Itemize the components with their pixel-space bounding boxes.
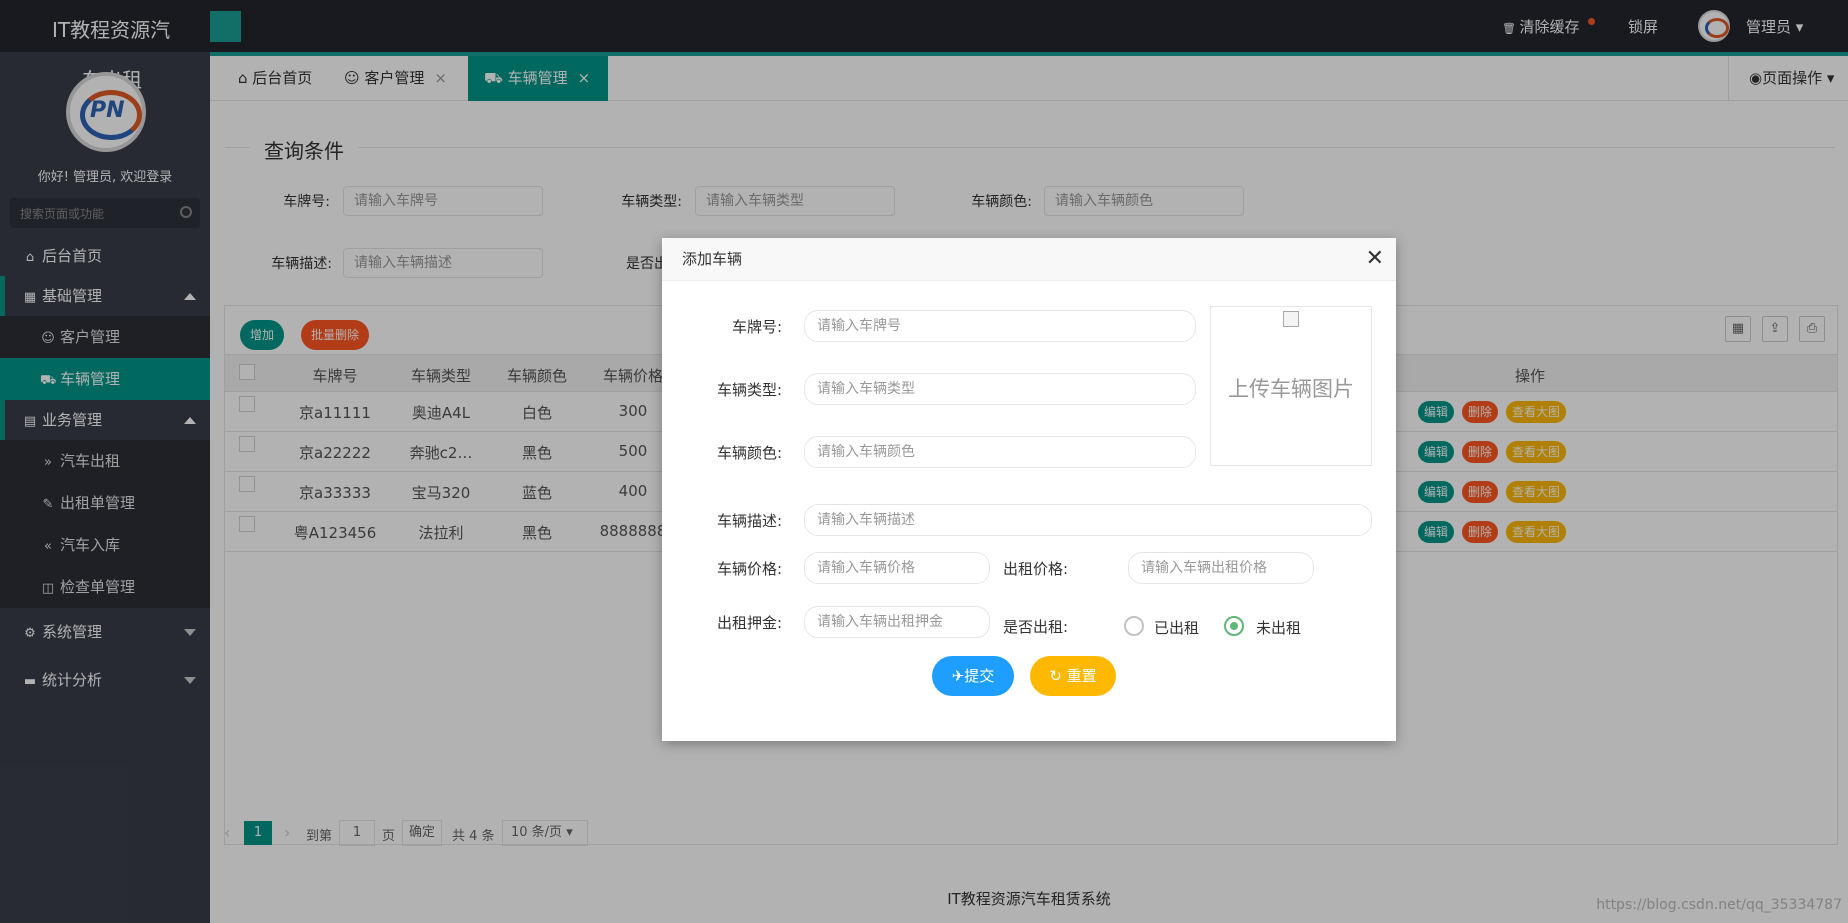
type-label: 车辆类型: xyxy=(716,381,782,399)
desc-label: 车辆描述: xyxy=(716,512,782,530)
rented-yes-radio[interactable] xyxy=(1124,616,1144,636)
refresh-icon: ↻ xyxy=(1049,667,1067,685)
reset-button[interactable]: ↻ 重置 xyxy=(1030,656,1116,696)
price-label: 车辆价格: xyxy=(716,560,782,578)
upload-image-area[interactable]: 上传车辆图片 xyxy=(1210,306,1372,466)
rent-price-label: 出租价格: xyxy=(1002,560,1068,578)
rented-label: 是否出租: xyxy=(1002,618,1068,636)
broken-image-icon xyxy=(1283,311,1299,327)
deposit-label: 出租押金: xyxy=(716,614,782,632)
color-input[interactable]: 请输入车辆颜色 xyxy=(804,436,1196,468)
dialog-title: 添加车辆 xyxy=(662,238,1396,281)
desc-input[interactable]: 请输入车辆描述 xyxy=(804,504,1372,536)
rented-yes-label[interactable]: 已出租 xyxy=(1154,617,1199,638)
color-label: 车辆颜色: xyxy=(716,444,782,462)
rented-no-label[interactable]: 未出租 xyxy=(1256,617,1301,638)
add-vehicle-dialog: 添加车辆 ✕ 车牌号: 请输入车牌号 车辆类型: 请输入车辆类型 车辆颜色: 请… xyxy=(662,238,1396,741)
close-icon[interactable]: ✕ xyxy=(1366,246,1384,271)
price-input[interactable]: 请输入车辆价格 xyxy=(804,552,990,584)
plate-label: 车牌号: xyxy=(731,318,782,336)
rent-price-input[interactable]: 请输入车辆出租价格 xyxy=(1128,552,1314,584)
plate-input[interactable]: 请输入车牌号 xyxy=(804,310,1196,342)
send-icon: ✈ xyxy=(951,667,965,685)
upload-label: 上传车辆图片 xyxy=(1228,377,1354,401)
submit-button[interactable]: ✈提交 xyxy=(932,656,1014,696)
rented-no-radio[interactable] xyxy=(1224,616,1244,636)
type-input[interactable]: 请输入车辆类型 xyxy=(804,373,1196,405)
deposit-input[interactable]: 请输入车辆出租押金 xyxy=(804,606,990,638)
